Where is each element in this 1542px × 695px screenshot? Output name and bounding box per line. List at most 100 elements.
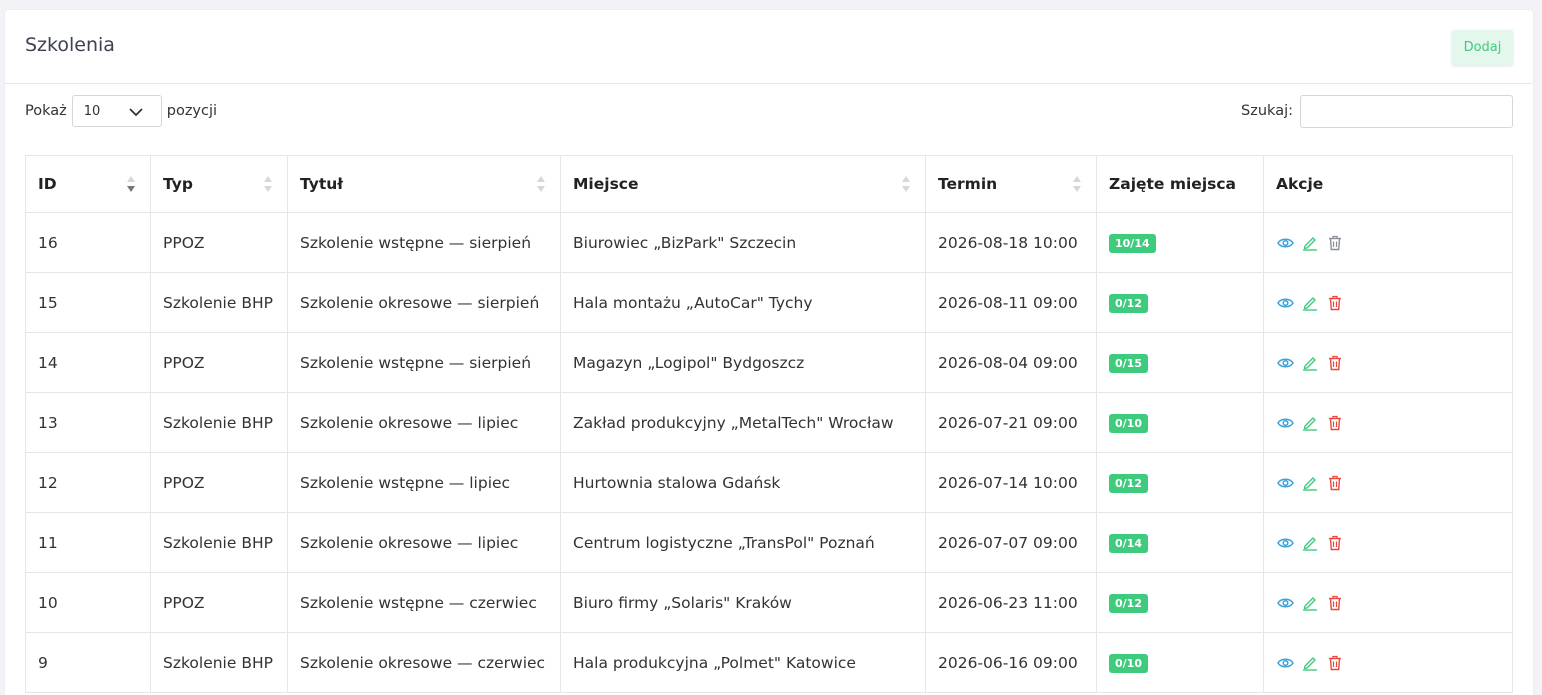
page-length-select[interactable]: 10 — [71, 95, 162, 127]
pencil-icon[interactable] — [1301, 354, 1319, 372]
table-row: 11 Szkolenie BHP Szkolenie okresowe — li… — [25, 512, 1513, 573]
add-button[interactable]: Dodaj — [1452, 30, 1513, 65]
cell-date: 2026-07-14 10:00 — [925, 452, 1097, 513]
page-length-value: 10 — [83, 104, 101, 119]
cell-date: 2026-07-07 09:00 — [925, 512, 1097, 573]
cell-type: Szkolenie BHP — [150, 632, 288, 693]
pencil-icon[interactable] — [1301, 294, 1319, 312]
eye-icon[interactable] — [1276, 474, 1294, 492]
eye-icon[interactable] — [1276, 594, 1294, 612]
table-row: 16 PPOZ Szkolenie wstępne — sierpień Biu… — [25, 212, 1513, 273]
row-actions — [1276, 474, 1500, 492]
sort-arrows-icon — [127, 176, 135, 192]
cell-id: 14 — [25, 332, 151, 393]
search-control: Szukaj: — [1241, 94, 1513, 128]
cell-actions — [1263, 332, 1513, 393]
eye-icon[interactable] — [1276, 354, 1294, 372]
search-input[interactable] — [1300, 94, 1513, 128]
row-actions — [1276, 414, 1500, 432]
table-row: 13 Szkolenie BHP Szkolenie okresowe — li… — [25, 392, 1513, 453]
table-row: 15 Szkolenie BHP Szkolenie okresowe — si… — [25, 272, 1513, 333]
cell-actions — [1263, 392, 1513, 453]
cell-title: Szkolenie wstępne — sierpień — [287, 332, 561, 393]
cell-type: Szkolenie BHP — [150, 512, 288, 573]
cell-date: 2026-08-04 09:00 — [925, 332, 1097, 393]
cell-actions — [1263, 212, 1513, 273]
table-row: 14 PPOZ Szkolenie wstępne — sierpień Mag… — [25, 332, 1513, 393]
eye-icon[interactable] — [1276, 294, 1294, 312]
row-actions — [1276, 654, 1500, 672]
cell-title: Szkolenie wstępne — sierpień — [287, 212, 561, 273]
pencil-icon[interactable] — [1301, 414, 1319, 432]
trash-icon[interactable] — [1326, 354, 1344, 372]
trash-icon[interactable] — [1326, 234, 1344, 252]
cell-id: 15 — [25, 272, 151, 333]
pencil-icon[interactable] — [1301, 594, 1319, 612]
row-actions — [1276, 354, 1500, 372]
seats-badge: 0/10 — [1109, 653, 1148, 673]
cell-actions — [1263, 272, 1513, 333]
cell-title: Szkolenie okresowe — lipiec — [287, 392, 561, 453]
cell-id: 16 — [25, 212, 151, 273]
column-header-seats: Zajęte miejsca — [1096, 155, 1264, 213]
column-header-place[interactable]: Miejsce — [560, 155, 926, 213]
pencil-icon[interactable] — [1301, 534, 1319, 552]
cell-place: Magazyn „Logipol" Bydgoszcz — [560, 332, 926, 393]
table-controls: Pokaż 10 pozycji Szukaj: — [25, 94, 1513, 128]
cell-type: Szkolenie BHP — [150, 272, 288, 333]
seats-badge: 0/10 — [1109, 413, 1148, 433]
page-title: Szkolenia — [25, 34, 115, 56]
cell-place: Hurtownia stalowa Gdańsk — [560, 452, 926, 513]
trash-icon[interactable] — [1326, 414, 1344, 432]
row-actions — [1276, 534, 1500, 552]
seats-badge: 10/14 — [1109, 233, 1156, 253]
cell-id: 13 — [25, 392, 151, 453]
pencil-icon[interactable] — [1301, 474, 1319, 492]
cell-title: Szkolenie okresowe — sierpień — [287, 272, 561, 333]
cell-place: Zakład produkcyjny „MetalTech" Wrocław — [560, 392, 926, 453]
cell-seats: 0/12 — [1096, 272, 1264, 333]
trash-icon[interactable] — [1326, 594, 1344, 612]
column-header-id[interactable]: ID — [25, 155, 151, 213]
row-actions — [1276, 234, 1500, 252]
cell-seats: 0/15 — [1096, 332, 1264, 393]
cell-type: PPOZ — [150, 332, 288, 393]
cell-seats: 0/14 — [1096, 512, 1264, 573]
eye-icon[interactable] — [1276, 414, 1294, 432]
eye-icon[interactable] — [1276, 654, 1294, 672]
column-header-type[interactable]: Typ — [150, 155, 288, 213]
row-actions — [1276, 594, 1500, 612]
cell-date: 2026-06-23 11:00 — [925, 572, 1097, 633]
eye-icon[interactable] — [1276, 234, 1294, 252]
trash-icon[interactable] — [1326, 294, 1344, 312]
cell-place: Biurowiec „BizPark" Szczecin — [560, 212, 926, 273]
cell-type: PPOZ — [150, 452, 288, 513]
page-length-control: Pokaż 10 pozycji — [25, 94, 217, 128]
cell-id: 11 — [25, 512, 151, 573]
row-actions — [1276, 294, 1500, 312]
cell-date: 2026-08-18 10:00 — [925, 212, 1097, 273]
seats-badge: 0/12 — [1109, 293, 1148, 313]
pencil-icon[interactable] — [1301, 234, 1319, 252]
eye-icon[interactable] — [1276, 534, 1294, 552]
cell-place: Centrum logistyczne „TransPol" Poznań — [560, 512, 926, 573]
trash-icon[interactable] — [1326, 474, 1344, 492]
cell-actions — [1263, 632, 1513, 693]
column-header-title[interactable]: Tytuł — [287, 155, 561, 213]
card-header: Szkolenia Dodaj — [5, 10, 1533, 84]
cell-actions — [1263, 572, 1513, 633]
cell-seats: 0/12 — [1096, 452, 1264, 513]
trash-icon[interactable] — [1326, 534, 1344, 552]
column-header-date[interactable]: Termin — [925, 155, 1097, 213]
seats-badge: 0/12 — [1109, 473, 1148, 493]
table-row: 9 Szkolenie BHP Szkolenie okresowe — cze… — [25, 632, 1513, 693]
table-row: 10 PPOZ Szkolenie wstępne — czerwiec Biu… — [25, 572, 1513, 633]
search-label: Szukaj: — [1241, 103, 1293, 119]
trash-icon[interactable] — [1326, 654, 1344, 672]
cell-seats: 0/12 — [1096, 572, 1264, 633]
column-header-actions: Akcje — [1263, 155, 1513, 213]
cell-place: Biuro firmy „Solaris" Kraków — [560, 572, 926, 633]
cell-title: Szkolenie okresowe — czerwiec — [287, 632, 561, 693]
cell-actions — [1263, 512, 1513, 573]
pencil-icon[interactable] — [1301, 654, 1319, 672]
